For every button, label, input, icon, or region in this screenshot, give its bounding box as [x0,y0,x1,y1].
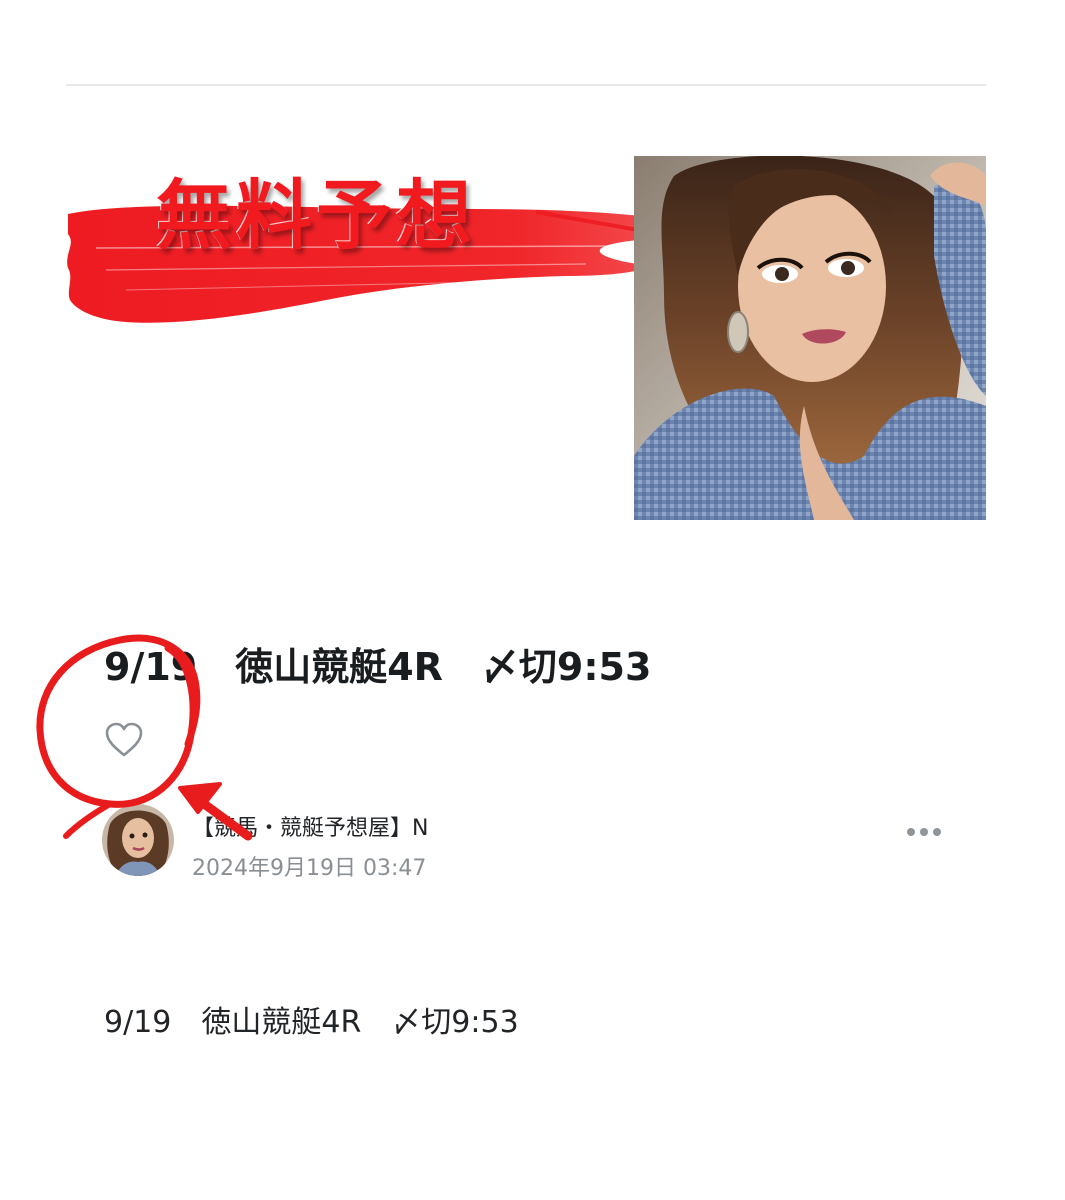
banner-title: 無料予想 [156,171,476,260]
post-body: 9/19 徳山競艇4R 〆切9:53 [104,1005,519,1040]
author-name[interactable]: 【競馬・競艇予想屋】N [192,810,428,842]
more-dots-icon-dot-3 [933,828,941,836]
post-date: 2024年9月19日 03:47 [192,856,427,881]
like-button[interactable] [102,718,146,762]
article-page: 無料予想 9/19 徳山競艇4R 〆切9:53 【競馬・競艇予想屋】N 2024… [0,0,1065,1200]
more-dots-icon-dot-2 [920,828,928,836]
author-avatar[interactable] [102,804,174,876]
more-dots-icon [907,828,915,836]
portrait-image [634,156,986,520]
avatar-image [102,804,174,876]
post-title: 9/19 徳山競艇4R 〆切9:53 [104,645,652,689]
heart-outline-icon [105,722,143,757]
top-divider [66,84,986,86]
header-image: 無料予想 [66,150,986,520]
more-options-button[interactable] [900,818,948,846]
